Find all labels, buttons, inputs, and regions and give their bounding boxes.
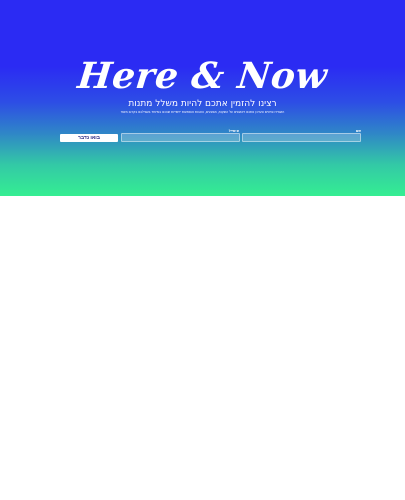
page-body <box>0 196 405 500</box>
hero-headline: רצינו להזמין אתכם להיות משלל מתנות <box>128 99 277 109</box>
hero-subtext: השאירו פרטים ונעדכן אתכם ראשונים על השקו… <box>120 110 285 114</box>
email-field[interactable] <box>121 133 240 142</box>
hero-banner: Here & Now רצינו להזמין אתכם להיות משלל … <box>0 0 405 196</box>
name-field[interactable] <box>242 133 361 142</box>
brand-logo: Here & Now <box>75 55 330 97</box>
signup-form: שם אימייל בואו נדבר <box>0 129 405 145</box>
submit-button[interactable]: בואו נדבר <box>60 134 118 142</box>
